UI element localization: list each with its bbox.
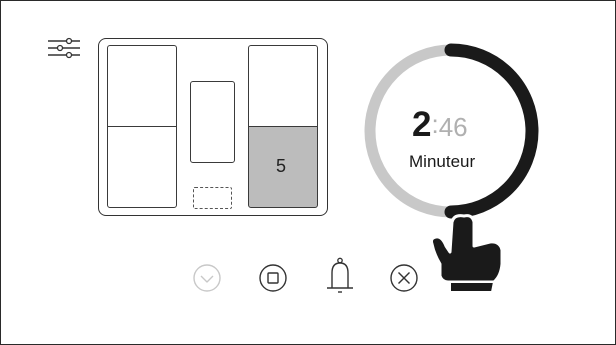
cooking-zone-left-bottom[interactable] xyxy=(107,126,177,208)
timer-label: Minuteur xyxy=(409,152,476,171)
timer-seconds: 46 xyxy=(438,112,468,142)
pointing-hand-icon xyxy=(430,214,504,293)
settings-sliders-icon[interactable] xyxy=(46,37,82,60)
timer-minutes: 2 xyxy=(412,105,432,144)
close-icon[interactable] xyxy=(389,263,419,293)
timer-separator: : xyxy=(431,109,439,139)
stop-icon[interactable] xyxy=(258,263,288,293)
cooking-zone-left-top[interactable] xyxy=(107,45,177,127)
zone-power-level: 5 xyxy=(276,156,287,176)
cooking-zone-center-extension[interactable] xyxy=(193,187,232,209)
timer-value: 2:46 xyxy=(412,105,492,145)
bell-icon[interactable] xyxy=(324,257,356,295)
cooking-zone-center[interactable] xyxy=(190,81,235,163)
cooking-zone-right-top[interactable] xyxy=(248,45,318,127)
clock-icon[interactable] xyxy=(192,263,222,293)
